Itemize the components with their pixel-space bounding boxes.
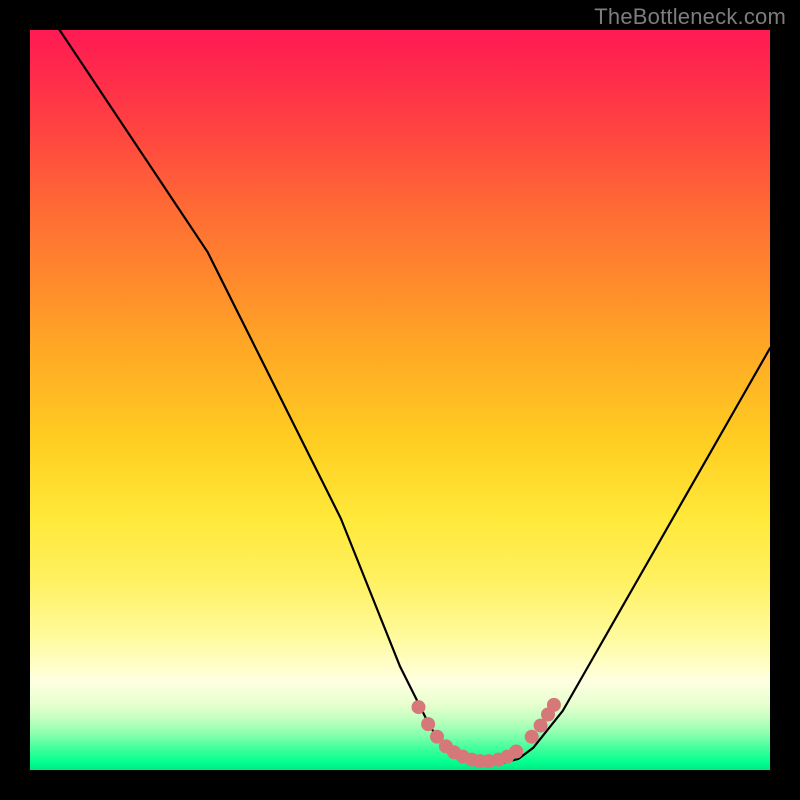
marker-point (525, 730, 539, 744)
marker-point (421, 717, 435, 731)
marker-point (547, 698, 561, 712)
chart-frame: TheBottleneck.com (0, 0, 800, 800)
marker-point (412, 700, 426, 714)
watermark-text: TheBottleneck.com (594, 4, 786, 30)
chart-svg (30, 30, 770, 770)
marker-point (509, 745, 523, 759)
bottleneck-curve (60, 30, 770, 763)
plot-area (30, 30, 770, 770)
optimal-zone-markers (412, 698, 561, 768)
